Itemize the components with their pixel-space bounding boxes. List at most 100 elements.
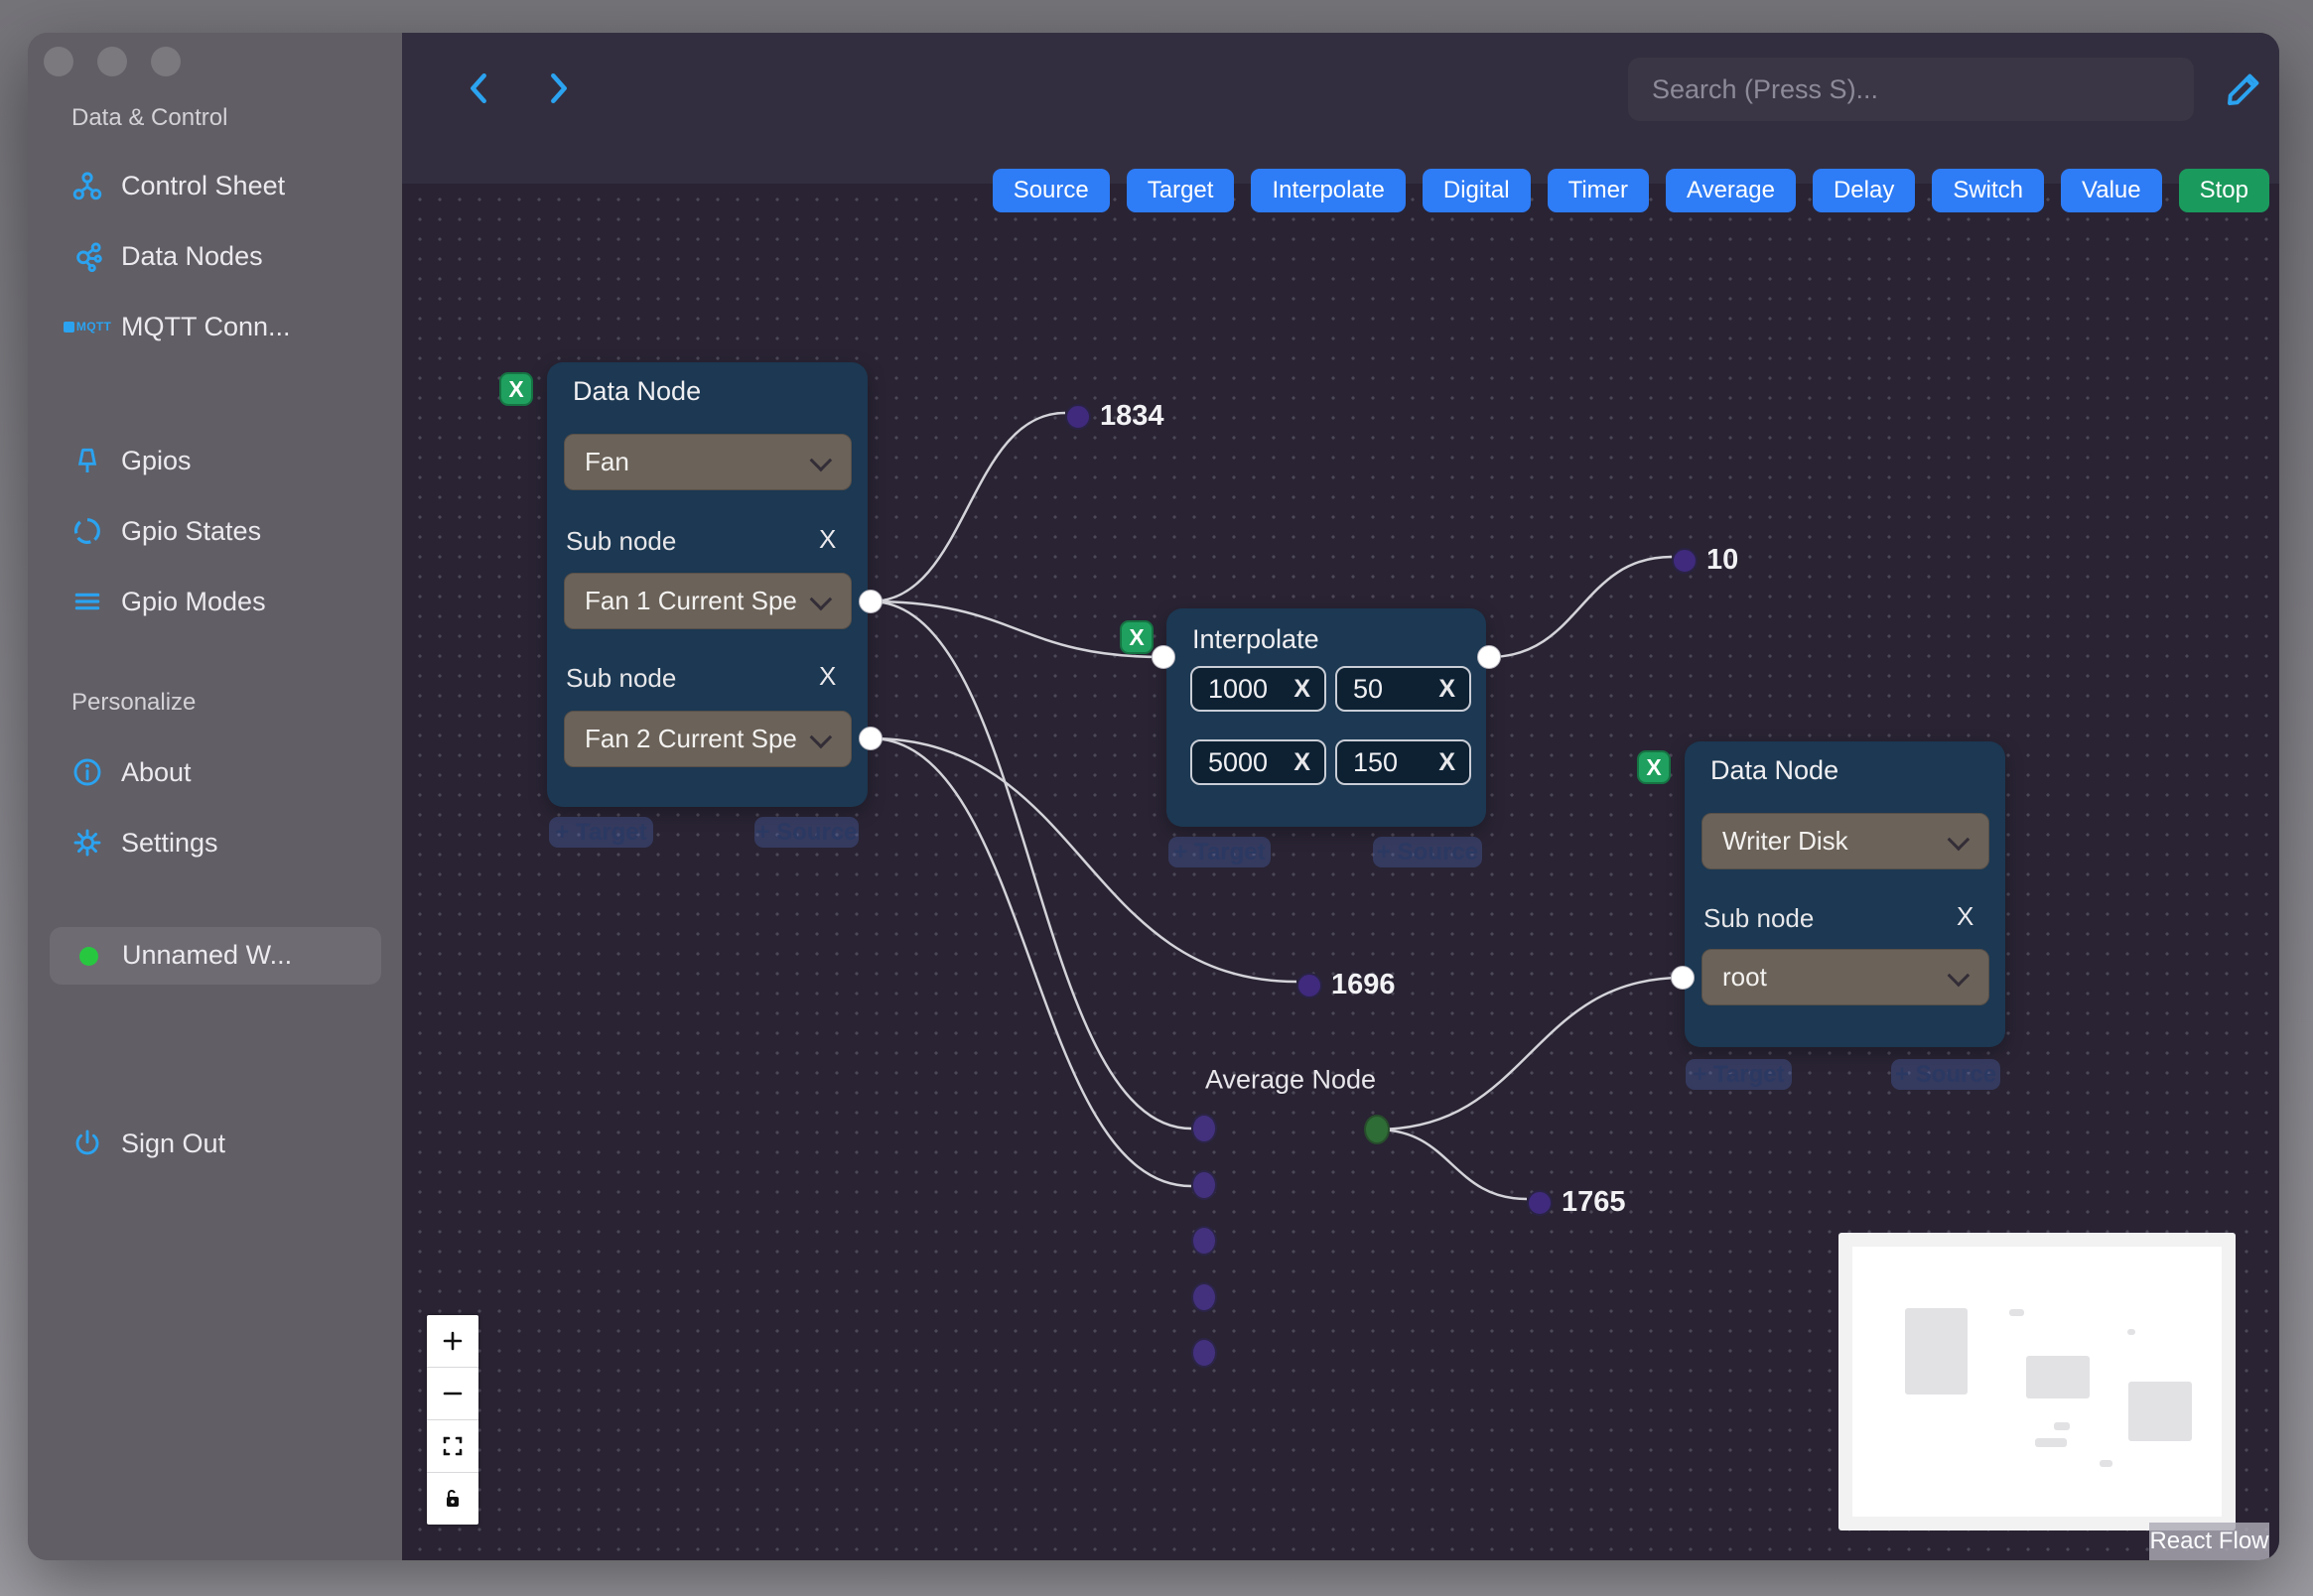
- edit-pencil-icon[interactable]: [2222, 69, 2263, 111]
- close-window-icon[interactable]: [44, 47, 73, 76]
- zoom-out-button[interactable]: [427, 1368, 478, 1420]
- minimap-node-rect: [2054, 1422, 2070, 1430]
- delete-node-button[interactable]: X: [1120, 620, 1154, 654]
- node-data-writer-disk[interactable]: Data Node Writer Disk Sub node X root: [1671, 741, 2005, 1047]
- maximize-window-icon[interactable]: [151, 47, 181, 76]
- average-target-handle-5[interactable]: [1191, 1338, 1217, 1368]
- remove-sub-node-button[interactable]: X: [1957, 901, 1973, 932]
- sub-node-select[interactable]: root: [1701, 949, 1989, 1005]
- chevron-down-icon: [809, 588, 833, 610]
- minimap[interactable]: [1838, 1233, 2236, 1530]
- add-source-button[interactable]: + Source: [1373, 837, 1482, 867]
- sidebar-item-sign-out[interactable]: Sign Out: [28, 1121, 402, 1166]
- fit-view-button[interactable]: [427, 1420, 478, 1473]
- sidebar-item-mqtt-connections[interactable]: MQTT MQTT Conn...: [28, 304, 402, 349]
- remove-sub-node-button[interactable]: X: [819, 524, 836, 555]
- search-bar[interactable]: [1628, 58, 2194, 121]
- remove-sub-node-button[interactable]: X: [819, 661, 836, 692]
- toolbar-button-stop[interactable]: Stop: [2178, 169, 2269, 212]
- add-target-button[interactable]: + Target: [1686, 1059, 1792, 1090]
- workflow-icon: [71, 170, 103, 201]
- sidebar-item-label: Gpio States: [121, 515, 262, 546]
- target-handle-writer[interactable]: [1671, 966, 1695, 990]
- clear-input-button[interactable]: X: [1293, 675, 1310, 704]
- node-data-fan[interactable]: Data Node Fan Sub node X Fan 1 Current S…: [547, 362, 883, 807]
- source-handle-fan2[interactable]: [859, 727, 883, 750]
- sidebar-item-workspace[interactable]: Unnamed W...: [50, 927, 381, 985]
- sidebar-item-about[interactable]: About: [28, 749, 402, 795]
- node-interpolate[interactable]: Interpolate 1000 X 50 X 5000 X 150 X: [1152, 608, 1501, 827]
- clear-input-button[interactable]: X: [1438, 748, 1455, 777]
- sub-node-select-value: Fan 2 Current Spe: [585, 724, 797, 753]
- sidebar-item-gpio-modes[interactable]: Gpio Modes: [28, 579, 402, 624]
- average-source-handle[interactable]: [1364, 1115, 1390, 1144]
- sub-node-select-2[interactable]: Fan 2 Current Spe: [564, 711, 852, 767]
- edge-endpoint-dot[interactable]: [1527, 1189, 1553, 1216]
- device-select[interactable]: Writer Disk: [1701, 813, 1989, 869]
- minimap-node-rect: [2026, 1356, 2090, 1398]
- sub-node-label: Sub node: [566, 663, 677, 693]
- sidebar-item-gpio-states[interactable]: Gpio States: [28, 508, 402, 554]
- sidebar-item-settings[interactable]: Settings: [28, 820, 402, 865]
- zoom-in-button[interactable]: [427, 1315, 478, 1368]
- sub-node-select-1[interactable]: Fan 1 Current Spe: [564, 573, 852, 629]
- unlock-button[interactable]: [427, 1473, 478, 1525]
- sidebar-item-label: MQTT Conn...: [121, 311, 291, 341]
- node-title: Data Node: [1710, 755, 1839, 785]
- interpolate-input-3[interactable]: 5000 X: [1190, 739, 1326, 785]
- add-source-button[interactable]: + Source: [1891, 1059, 2000, 1090]
- target-handle-interpolate[interactable]: [1152, 645, 1175, 669]
- forward-arrow-icon[interactable]: [542, 68, 576, 108]
- input-value[interactable]: 1000: [1208, 674, 1293, 705]
- sidebar-item-gpios[interactable]: Gpios: [28, 438, 402, 483]
- app-window: Data & Control Control Sheet Data Nodes: [28, 33, 2279, 1560]
- device-select[interactable]: Fan: [564, 434, 852, 490]
- interpolate-input-1[interactable]: 1000 X: [1190, 666, 1326, 712]
- input-value[interactable]: 50: [1353, 674, 1438, 705]
- search-input[interactable]: [1628, 58, 2194, 121]
- add-target-button[interactable]: + Target: [549, 817, 653, 848]
- toolbar-button-target[interactable]: Target: [1126, 169, 1235, 212]
- back-arrow-icon[interactable]: [462, 68, 495, 108]
- average-target-handle-3[interactable]: [1191, 1226, 1217, 1256]
- clear-input-button[interactable]: X: [1293, 748, 1310, 777]
- interpolate-input-4[interactable]: 150 X: [1335, 739, 1471, 785]
- toolbar-button-source[interactable]: Source: [992, 169, 1110, 212]
- clear-input-button[interactable]: X: [1438, 675, 1455, 704]
- add-source-button[interactable]: + Source: [754, 817, 859, 848]
- minimize-window-icon[interactable]: [97, 47, 127, 76]
- minimap-node-rect: [2009, 1309, 2024, 1316]
- input-value[interactable]: 5000: [1208, 747, 1293, 778]
- sidebar-item-control-sheet[interactable]: Control Sheet: [28, 163, 402, 208]
- average-target-handle-1[interactable]: [1191, 1114, 1217, 1143]
- delete-node-button[interactable]: X: [499, 372, 533, 406]
- power-icon: [71, 1128, 103, 1159]
- average-target-handle-4[interactable]: [1191, 1281, 1217, 1312]
- toolbar-button-value[interactable]: Value: [2061, 169, 2162, 212]
- toolbar-button-average[interactable]: Average: [1666, 169, 1796, 212]
- window-controls[interactable]: [44, 47, 181, 76]
- node-title: Interpolate: [1192, 624, 1319, 654]
- toolbar-button-digital[interactable]: Digital: [1422, 169, 1531, 212]
- interpolate-input-2[interactable]: 50 X: [1335, 666, 1471, 712]
- chevron-down-icon: [1947, 828, 1971, 851]
- sidebar-item-label: About: [121, 756, 192, 787]
- edge-endpoint-dot[interactable]: [1672, 547, 1698, 574]
- source-handle-interpolate[interactable]: [1477, 645, 1501, 669]
- toolbar-button-interpolate[interactable]: Interpolate: [1251, 169, 1406, 212]
- sidebar-item-data-nodes[interactable]: Data Nodes: [28, 233, 402, 279]
- toolbar-button-timer[interactable]: Timer: [1547, 169, 1649, 212]
- add-target-button[interactable]: + Target: [1168, 837, 1271, 867]
- sidebar-section-data-control: Data & Control: [71, 104, 228, 131]
- toolbar-button-delay[interactable]: Delay: [1812, 169, 1916, 212]
- mqtt-icon: MQTT: [63, 311, 111, 342]
- edge-endpoint-dot[interactable]: [1296, 972, 1322, 998]
- average-target-handle-2[interactable]: [1191, 1169, 1217, 1200]
- edge-endpoint-dot[interactable]: [1065, 403, 1091, 430]
- delete-node-button[interactable]: X: [1637, 750, 1671, 784]
- average-node-label: Average Node: [1204, 1064, 1377, 1095]
- input-value[interactable]: 150: [1353, 747, 1438, 778]
- flow-canvas[interactable]: Source Target Interpolate Digital Timer Avera…: [402, 33, 2279, 1560]
- source-handle-fan1[interactable]: [859, 590, 883, 613]
- toolbar-button-switch[interactable]: Switch: [1932, 169, 2045, 212]
